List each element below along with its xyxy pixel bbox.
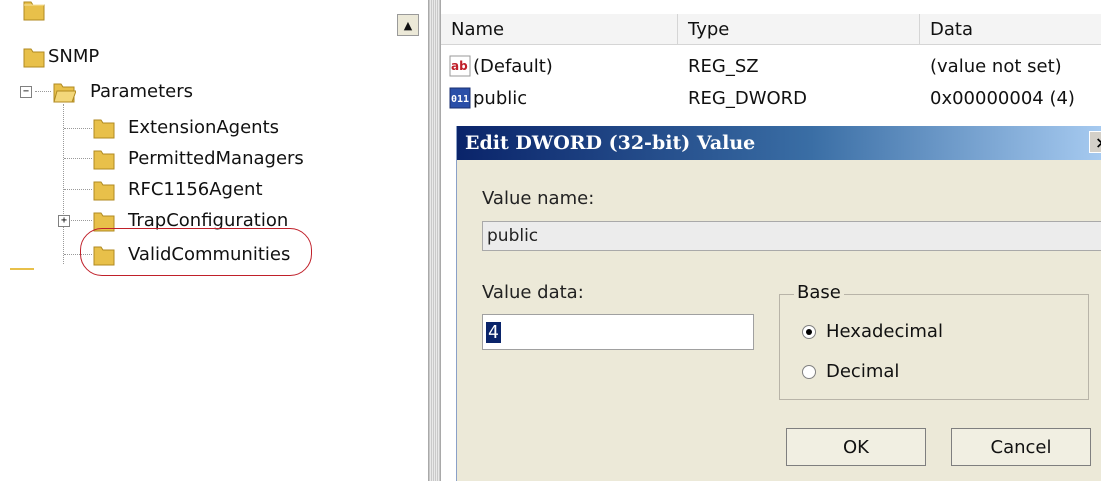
- tree-item-label: RFC1156Agent: [128, 178, 263, 200]
- tree-item-rfc1156agent[interactable]: RFC1156Agent: [92, 174, 263, 204]
- tree-item-extensionagents[interactable]: ExtensionAgents: [92, 112, 279, 142]
- folder-icon: [92, 145, 116, 171]
- table-row[interactable]: ab (Default) REG_SZ (value not set): [441, 52, 1101, 80]
- column-header-type[interactable]: Type: [678, 14, 920, 44]
- pane-splitter[interactable]: [428, 0, 441, 481]
- folder-icon: [92, 114, 116, 140]
- cell-name: ab (Default): [441, 55, 678, 77]
- radio-unchecked-icon: [802, 364, 816, 379]
- value-data-text: 4: [486, 321, 501, 343]
- value-name: (Default): [473, 55, 553, 77]
- cancel-button[interactable]: Cancel: [951, 428, 1091, 466]
- edit-dword-dialog: Edit DWORD (32-bit) Value × Value name: …: [456, 126, 1101, 481]
- scroll-up-button[interactable]: ▲: [397, 14, 419, 36]
- cell-type: REG_DWORD: [688, 87, 808, 109]
- radio-label: Decimal: [826, 361, 900, 382]
- tree-line: [64, 158, 92, 159]
- folder-icon: [92, 176, 116, 202]
- arrow-up-icon: ▲: [403, 18, 413, 32]
- radio-decimal[interactable]: Decimal: [802, 361, 899, 382]
- tree-item-parameters[interactable]: Parameters: [52, 76, 193, 106]
- tree-item-label: ExtensionAgents: [128, 116, 280, 138]
- radio-hexadecimal[interactable]: Hexadecimal: [802, 321, 943, 342]
- tree-item-label: PermittedManagers: [128, 147, 304, 169]
- list-header: Name Type Data: [441, 14, 1101, 45]
- icon-text: 011: [451, 94, 469, 105]
- icon-text: ab: [451, 59, 468, 73]
- base-group-label: Base: [794, 282, 844, 303]
- cell-type: REG_SZ: [688, 55, 759, 77]
- tree-item-label: SNMP: [48, 45, 100, 67]
- cell-name: 011 public: [441, 87, 678, 109]
- string-value-icon: ab: [449, 55, 471, 77]
- highlight-ring: [80, 228, 312, 276]
- dialog-title: Edit DWORD (32-bit) Value: [465, 132, 756, 154]
- cell-data: 0x00000004 (4): [930, 87, 1075, 109]
- value-name-field: public: [482, 221, 1101, 251]
- tree-line: [64, 128, 92, 129]
- tree-item-partial: [22, 0, 46, 24]
- radio-label: Hexadecimal: [826, 321, 943, 342]
- tree-line: [64, 189, 92, 190]
- expand-icon[interactable]: +: [58, 215, 70, 227]
- tree-fragment: [10, 268, 34, 270]
- binary-value-icon: 011: [449, 87, 471, 109]
- base-group: Base Hexadecimal Decimal: [779, 282, 1089, 400]
- open-folder-icon: [52, 78, 76, 104]
- folder-icon: [22, 0, 46, 22]
- folder-icon: [22, 43, 46, 69]
- close-button[interactable]: ×: [1089, 131, 1101, 153]
- tree-item-permittedmanagers[interactable]: PermittedManagers: [92, 143, 304, 173]
- value-name: public: [473, 87, 528, 109]
- collapse-icon[interactable]: −: [20, 86, 32, 98]
- registry-tree-pane[interactable]: SNMP − Parameters ExtensionAgents Permit…: [0, 0, 428, 481]
- column-header-data[interactable]: Data: [920, 14, 1101, 44]
- cell-data: (value not set): [930, 55, 1062, 77]
- column-header-name[interactable]: Name: [441, 14, 678, 44]
- close-icon: ×: [1095, 133, 1101, 152]
- ok-button[interactable]: OK: [786, 428, 926, 466]
- tree-line: [71, 220, 92, 221]
- value-name-text: public: [487, 226, 539, 246]
- radio-checked-icon: [802, 324, 816, 339]
- table-row[interactable]: 011 public REG_DWORD 0x00000004 (4): [441, 84, 1101, 112]
- value-data-input[interactable]: 4: [482, 314, 754, 350]
- dialog-title-bar[interactable]: Edit DWORD (32-bit) Value ×: [457, 126, 1101, 160]
- value-data-label: Value data:: [482, 282, 584, 303]
- value-name-label: Value name:: [482, 188, 595, 209]
- tree-line: [35, 91, 51, 92]
- tree-item-label: Parameters: [90, 80, 194, 102]
- tree-item-snmp[interactable]: SNMP: [22, 41, 99, 71]
